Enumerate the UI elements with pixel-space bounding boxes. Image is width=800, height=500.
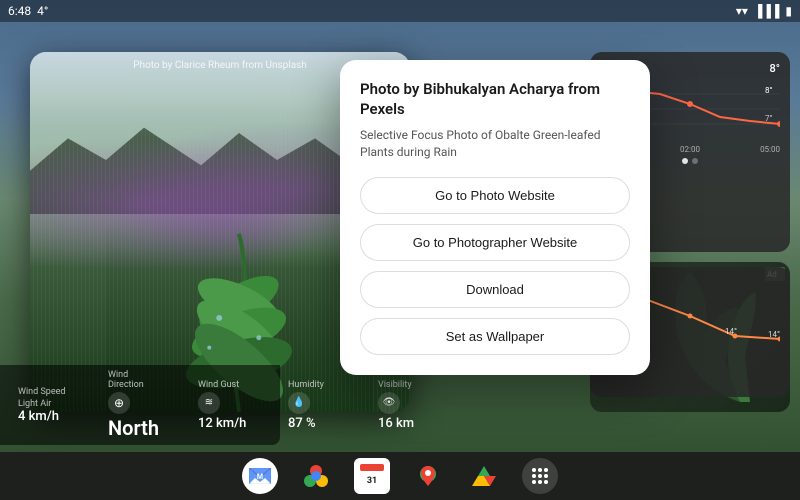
battery-icon: ▮ (785, 4, 792, 18)
taskbar: M 31 (0, 452, 800, 500)
wind-gust-label: Wind Gust (198, 380, 239, 390)
maps-icon[interactable] (410, 458, 446, 494)
humidity-stat: Humidity 💧 87 % (280, 380, 350, 431)
top-temp: 8° (770, 62, 780, 75)
gmail-icon[interactable]: M (242, 458, 278, 494)
humidity-icon: 💧 (288, 392, 310, 414)
svg-text:M: M (257, 473, 263, 481)
wind-speed-value: 4 km/h (18, 409, 59, 424)
modal-description: Selective Focus Photo of Obalte Green-le… (360, 127, 630, 161)
drive-icon[interactable] (466, 458, 502, 494)
svg-text:8°: 8° (765, 86, 772, 95)
status-left: 6:48 4° (8, 4, 48, 18)
visibility-value: 16 km (378, 416, 414, 431)
status-temp: 4° (37, 4, 48, 18)
wind-speed-sub: Light Air (18, 399, 51, 409)
time-2: 02:00 (680, 145, 700, 154)
signal-icon: ▐▐▐ (754, 4, 780, 18)
visibility-label: Visibility (378, 380, 412, 390)
download-btn[interactable]: Download (360, 271, 630, 308)
wind-gust-stat: Wind Gust ≋ 12 km/h (190, 380, 260, 431)
visibility-stat: Visibility 👁 16 km (370, 380, 440, 431)
humidity-value: 87 % (288, 416, 316, 431)
photo-info-modal: Photo by Bibhukalyan Acharya from Pexels… (340, 60, 650, 375)
dot-1 (682, 158, 688, 164)
svg-text:31: 31 (367, 476, 377, 486)
svg-text:14°: 14° (725, 327, 737, 336)
go-to-photographer-btn[interactable]: Go to Photographer Website (360, 224, 630, 261)
status-time: 6:48 (8, 4, 31, 18)
wind-dir-label: Wind Direction (108, 370, 162, 390)
weather-stats-bar: Wind Speed Light Air 4 km/h Wind Directi… (0, 365, 280, 445)
dot-2 (692, 158, 698, 164)
wind-speed-label: Wind Speed (18, 387, 65, 397)
svg-text:14°: 14° (768, 330, 780, 339)
wifi-icon: ▾▾ (736, 4, 748, 18)
gust-icon: ≋ (198, 392, 220, 414)
svg-text:7°: 7° (765, 114, 772, 123)
status-right: ▾▾ ▐▐▐ ▮ (736, 4, 792, 18)
compass-icon: ⊕ (108, 392, 130, 414)
set-wallpaper-btn[interactable]: Set as Wallpaper (360, 318, 630, 355)
humidity-label: Humidity (288, 380, 324, 390)
time-3: 05:00 (760, 145, 780, 154)
visibility-icon: 👁 (378, 392, 400, 414)
apps-icon[interactable] (522, 458, 558, 494)
status-bar: 6:48 4° ▾▾ ▐▐▐ ▮ (0, 0, 800, 22)
wind-dir-value: North (108, 416, 159, 440)
wind-speed-stat: Wind Speed Light Air 4 km/h (10, 387, 80, 424)
modal-title: Photo by Bibhukalyan Acharya from Pexels (360, 80, 630, 119)
go-to-photo-btn[interactable]: Go to Photo Website (360, 177, 630, 214)
calendar-icon[interactable]: 31 (354, 458, 390, 494)
wind-gust-value: 12 km/h (198, 416, 246, 431)
photos-icon[interactable] (298, 458, 334, 494)
wind-dir-stat: Wind Direction ⊕ North (100, 370, 170, 440)
